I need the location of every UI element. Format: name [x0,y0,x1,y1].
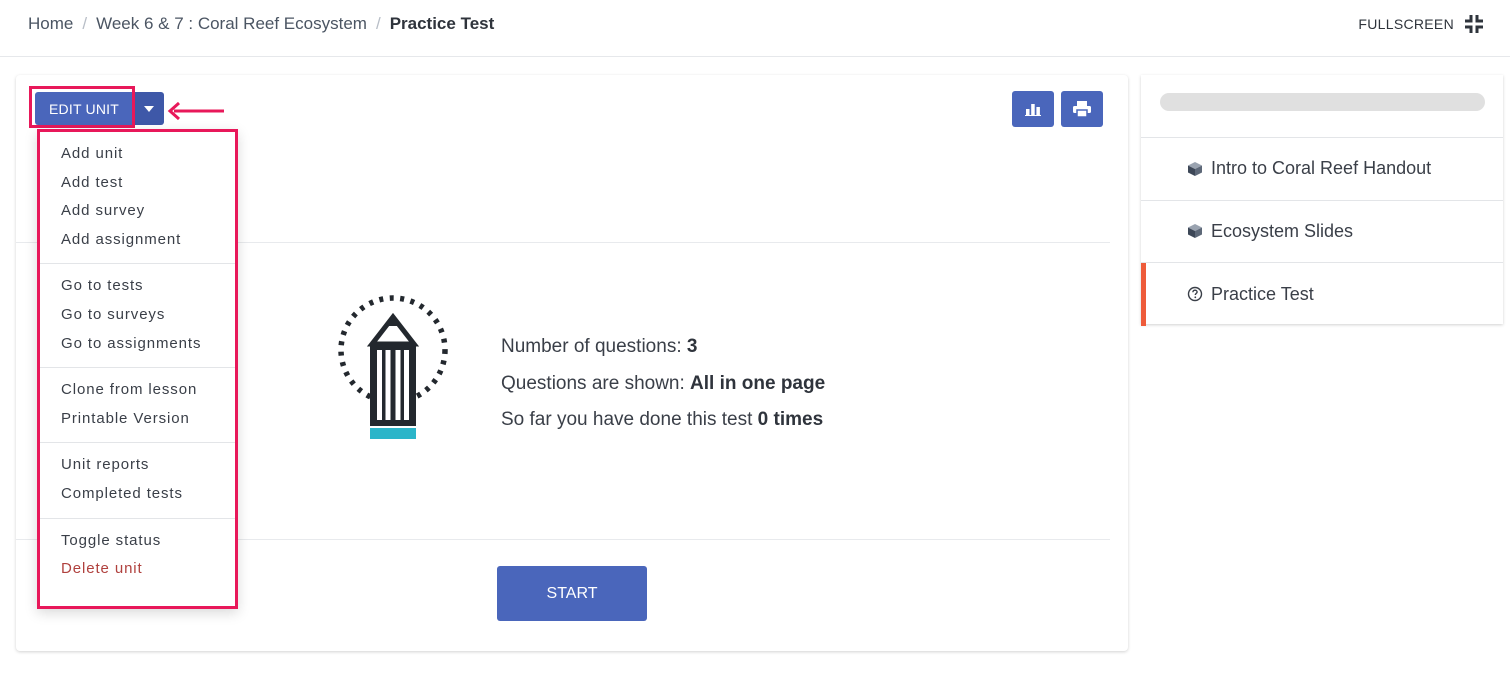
shown-value: All in one page [690,372,826,394]
menu-item-printable-version[interactable]: Printable Version [40,405,235,434]
menu-group-status: Toggle status Delete unit [40,519,235,593]
breadcrumb-current: Practice Test [389,14,495,33]
pencil-icon [338,295,448,439]
test-info: Number of questions: 3 Questions are sho… [501,329,825,439]
shown-label: Questions are shown: [501,372,691,394]
highlight-annotation [29,86,135,128]
menu-item-delete-unit[interactable]: Delete unit [40,555,235,584]
menu-item-add-unit[interactable]: Add unit [40,140,235,169]
questions-value: 3 [686,336,698,357]
menu-item-unit-reports[interactable]: Unit reports [40,451,235,480]
progress-bar [1160,93,1485,111]
printer-icon [1073,101,1091,117]
questions-count-row: Number of questions: 3 [501,329,825,366]
menu-group-reports: Unit reports Completed tests [40,443,235,519]
print-button[interactable] [1061,91,1103,127]
menu-group-add: Add unit Add test Add survey Add assignm… [40,132,235,265]
sidebar-item-intro-handout[interactable]: Intro to Coral Reef Handout [1141,138,1503,201]
fullscreen-button[interactable]: FULLSCREEN [1358,14,1484,34]
menu-item-toggle-status[interactable]: Toggle status [40,527,235,556]
menu-item-go-to-tests[interactable]: Go to tests [40,272,235,301]
edit-unit-dropdown-toggle[interactable] [134,92,164,125]
caret-down-icon [144,105,154,112]
cube-icon [1187,161,1203,177]
menu-item-go-to-surveys[interactable]: Go to surveys [40,301,235,330]
reports-button[interactable] [1012,91,1054,127]
menu-item-add-assignment[interactable]: Add assignment [40,226,235,255]
sidebar-item-ecosystem-slides[interactable]: Ecosystem Slides [1141,201,1503,263]
question-circle-icon [1187,286,1203,302]
top-bar: Home / Week 6 & 7 : Coral Reef Ecosystem… [0,0,1510,57]
breadcrumb-separator: / [82,14,88,33]
sidebar-item-label: Practice Test [1211,283,1314,304]
cube-icon [1187,223,1203,239]
menu-item-clone-from-lesson[interactable]: Clone from lesson [40,376,235,405]
breadcrumb: Home / Week 6 & 7 : Coral Reef Ecosystem… [28,14,494,34]
menu-item-add-survey[interactable]: Add survey [40,197,235,226]
sidebar-item-label: Intro to Coral Reef Handout [1211,158,1432,179]
breadcrumb-separator: / [375,14,381,33]
fullscreen-label: FULLSCREEN [1358,16,1454,32]
edit-unit-menu: Add unit Add test Add survey Add assignm… [37,129,238,609]
progress-section [1141,75,1503,138]
sidebar-item-label: Ecosystem Slides [1211,220,1354,241]
sidebar-item-practice-test[interactable]: Practice Test [1141,263,1503,326]
attempts-row: So far you have done this test 0 times [501,402,825,439]
compress-icon [1465,15,1483,33]
breadcrumb-section[interactable]: Week 6 & 7 : Coral Reef Ecosystem [96,14,367,34]
menu-item-add-test[interactable]: Add test [40,169,235,198]
attempts-value: 0 times [757,409,824,430]
course-sidebar: Intro to Coral Reef Handout Ecosystem Sl… [1141,75,1503,326]
bar-chart-icon [1025,104,1041,116]
arrow-left-icon [167,101,224,121]
questions-label: Number of questions: [501,336,687,357]
start-button[interactable]: START [497,566,647,621]
menu-group-clone: Clone from lesson Printable Version [40,368,235,444]
attempts-label: So far you have done this test [501,409,758,430]
menu-item-completed-tests[interactable]: Completed tests [40,480,235,509]
breadcrumb-home[interactable]: Home [28,14,73,34]
pencil-illustration [332,295,454,450]
menu-group-goto: Go to tests Go to surveys Go to assignme… [40,264,235,369]
questions-shown-row: Questions are shown: All in one page [501,366,825,403]
menu-item-go-to-assignments[interactable]: Go to assignments [40,330,235,359]
